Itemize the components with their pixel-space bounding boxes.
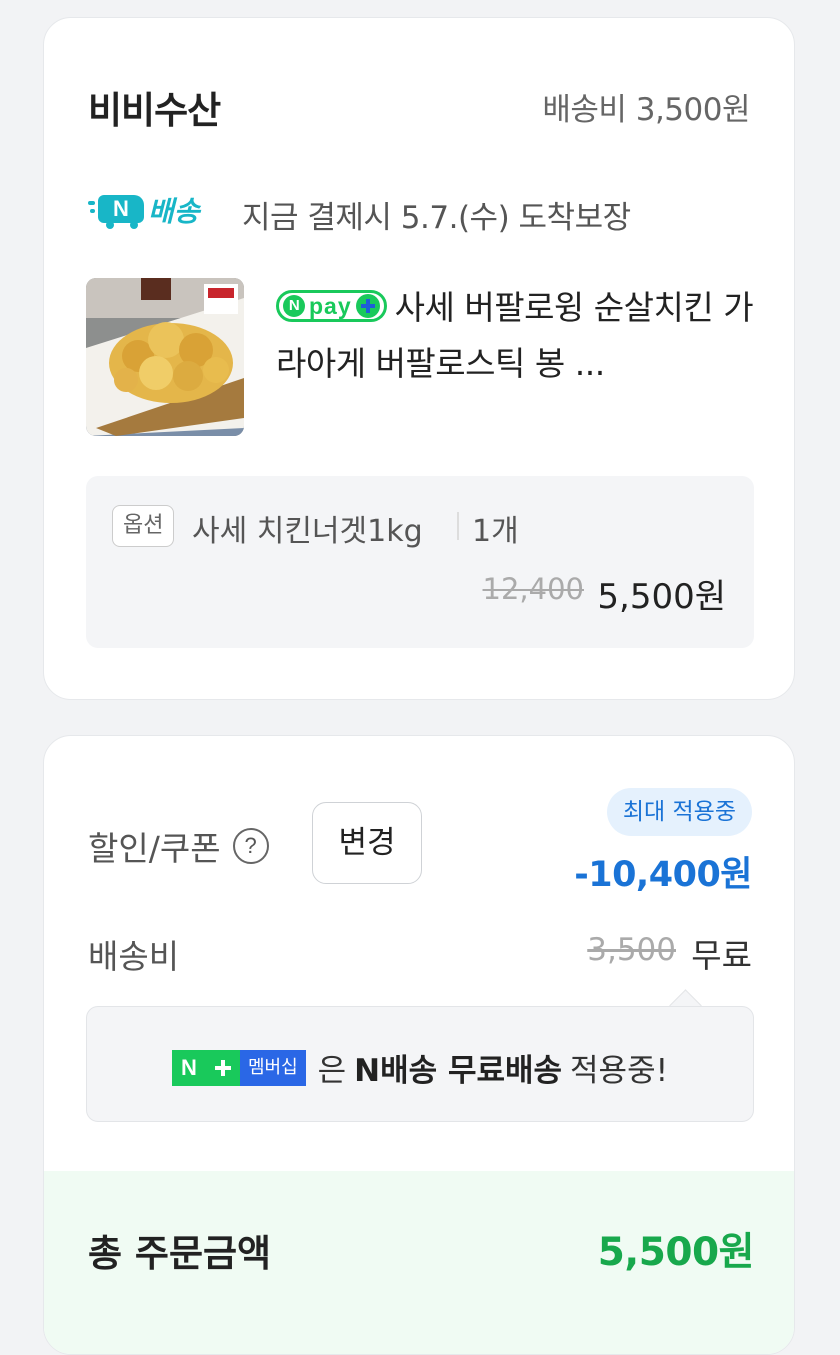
product-thumbnail[interactable] [86, 278, 244, 436]
option-quantity: 1개 [472, 514, 519, 549]
seller-order-card: 비비수산 배송비 3,500원 N 배송 지금 결제시 5.7.(수) 도착보장 [43, 17, 795, 700]
delivery-truck-icon: N [88, 193, 144, 229]
discount-coupon-label: 할인/쿠폰 ? [88, 822, 269, 870]
total-order-label: 총 주문금액 [88, 1232, 272, 1275]
membership-bold-text: N배송 무료배송 [354, 1053, 563, 1089]
membership-notice: N 멤버십 은 N배송 무료배송 적용중! [86, 1006, 754, 1122]
help-icon[interactable]: ? [232, 828, 269, 864]
total-order-bar: 총 주문금액 5,500원 [44, 1171, 794, 1354]
membership-suffix: 적용중! [570, 1053, 669, 1089]
membership-prefix: 은 [317, 1053, 347, 1089]
option-tag: 옵션 [112, 505, 175, 547]
original-price: 12,400 [482, 572, 584, 606]
n-delivery-badge: N 배송 [88, 190, 200, 230]
shipping-fee-label: 배송비 [88, 937, 180, 976]
shipping-free-value: 무료 [691, 936, 752, 975]
payment-summary-card: 할인/쿠폰 ? 변경 최대 적용중 -10,400원 배송비 3,500 무료 … [43, 735, 795, 1355]
option-box: 옵션 사세 치킨너겟1kg 1개 12,400 5,500원 [86, 476, 754, 648]
arrival-guarantee-text: 지금 결제시 5.7.(수) 도착보장 [242, 200, 631, 236]
plus-icon [355, 293, 380, 318]
discount-amount: -10,400원 [574, 855, 752, 895]
option-divider [457, 512, 459, 540]
shipping-original-fee: 3,500 [587, 932, 676, 968]
discount-label-text: 할인/쿠폰 [88, 829, 221, 868]
delivery-badge-label: 배송 [148, 195, 200, 228]
seller-name[interactable]: 비비수산 [88, 80, 221, 134]
change-coupon-button[interactable]: 변경 [312, 802, 422, 884]
product-image [86, 278, 244, 436]
seller-shipping-fee: 배송비 3,500원 [542, 92, 750, 128]
npay-plus-badge: Npay [276, 289, 387, 322]
total-order-amount: 5,500원 [597, 1230, 755, 1275]
max-applied-badge: 최대 적용중 [606, 788, 752, 836]
sale-price: 5,500원 [597, 577, 726, 617]
product-title[interactable]: Npay 사세 버팔로윙 순살치킨 가라아게 버팔로스틱 봉 ... [276, 280, 756, 392]
option-name: 사세 치킨너겟1kg [192, 514, 423, 549]
plus-icon [205, 1049, 240, 1086]
n-plus-membership-badge: N 멤버십 [171, 1049, 306, 1086]
